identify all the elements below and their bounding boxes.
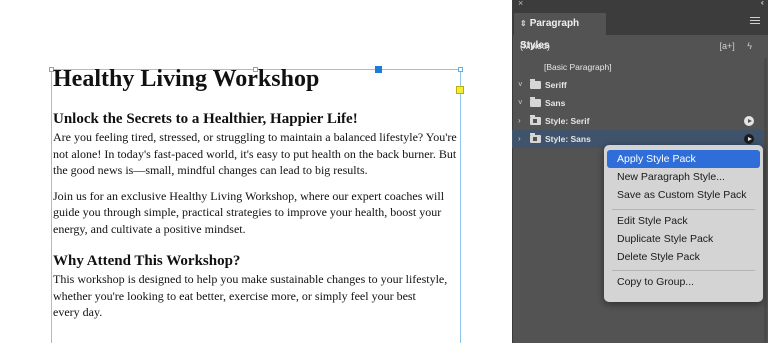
doc-subheading-2: Why Attend This Workshop? [53, 253, 241, 269]
group-label: Sans [545, 98, 566, 108]
panel-tab-row: ⇕ Paragraph Styles [512, 11, 768, 51]
tab-paragraph-styles[interactable]: ⇕ Paragraph Styles [514, 13, 606, 51]
group-label: Seriff [545, 80, 567, 90]
menu-item-copy-to-group[interactable]: Copy to Group... [607, 273, 760, 291]
paragraph-line: energy, and cultivate a positive mindset… [53, 221, 246, 236]
chevron-down-icon[interactable]: ˅ [518, 76, 523, 94]
menu-item-duplicate-style-pack[interactable]: Duplicate Style Pack [607, 230, 760, 248]
document-canvas[interactable]: Healthy Living Workshop Unlock the Secre… [0, 0, 512, 343]
paragraph-line: every day. [53, 305, 103, 319]
play-icon[interactable] [744, 134, 754, 144]
style-group-sans[interactable]: ˅ Sans [512, 94, 768, 112]
style-row-basic-paragraph[interactable]: [Basic Paragraph] [512, 58, 768, 76]
paragraph-line: whether you're looking to eat better, ex… [53, 288, 416, 303]
paragraph-line: Join us for an exclusive Healthy Living … [53, 188, 445, 203]
paragraph-line: This workshop is designed to help you ma… [53, 272, 448, 286]
paragraph-line: not alone! In today's fast-paced world, … [53, 146, 457, 161]
doc-subheading-1: Unlock the Secrets to a Healthier, Happi… [53, 111, 358, 127]
panel-menu-icon[interactable] [750, 17, 760, 26]
style-pack-context-menu: Apply Style Pack New Paragraph Style... … [604, 145, 763, 302]
close-icon[interactable]: × [518, 0, 523, 8]
menu-item-delete-style-pack[interactable]: Delete Style Pack [607, 248, 760, 266]
panel-scrollbar[interactable] [764, 58, 767, 343]
menu-item-apply-style-pack[interactable]: Apply Style Pack [607, 150, 760, 169]
chevron-down-icon[interactable]: ˅ [518, 94, 523, 112]
menu-divider [612, 270, 755, 272]
menu-item-edit-style-pack[interactable]: Edit Style Pack [607, 212, 760, 230]
chevron-right-icon[interactable]: › [518, 112, 521, 130]
text-content[interactable]: Healthy Living Workshop Unlock the Secre… [53, 64, 465, 321]
paragraph-line: guide you through simple, practical stra… [53, 205, 442, 219]
paragraph-line: Are you feeling tired, stressed, or stru… [53, 130, 457, 144]
chevron-right-icon[interactable]: › [518, 130, 521, 148]
menu-item-new-paragraph-style[interactable]: New Paragraph Style... [607, 168, 760, 186]
paragraph-line: the good news is—small, mindful changes … [53, 163, 368, 177]
style-group-seriff[interactable]: ˅ Seriff [512, 76, 768, 94]
style-pack-serif[interactable]: › Style: Serif [512, 112, 768, 130]
folder-icon [530, 97, 541, 107]
panel-titlebar: × ‹‹ [512, 0, 768, 11]
collapse-icon[interactable]: ‹‹ [761, 0, 765, 7]
pack-label: Style: Serif [545, 116, 590, 126]
style-label: [Basic Paragraph] [544, 62, 612, 72]
menu-item-save-custom-style-pack[interactable]: Save as Custom Style Pack [607, 186, 760, 204]
pack-label: Style: Sans [545, 134, 591, 144]
current-style-row: (Mixed) [a+] ϟ [512, 35, 768, 58]
clear-overrides-icon[interactable]: ϟ [747, 41, 752, 51]
folder-icon [530, 79, 541, 89]
style-pack-icon [530, 133, 541, 143]
menu-divider [612, 208, 755, 210]
play-icon[interactable] [744, 116, 754, 126]
current-style-label: (Mixed) [520, 41, 551, 51]
doc-title: Healthy Living Workshop [53, 66, 320, 92]
new-style-icon[interactable]: [a+] [719, 41, 734, 51]
style-pack-icon [530, 115, 541, 125]
expand-arrows-icon: ⇕ [520, 19, 527, 28]
